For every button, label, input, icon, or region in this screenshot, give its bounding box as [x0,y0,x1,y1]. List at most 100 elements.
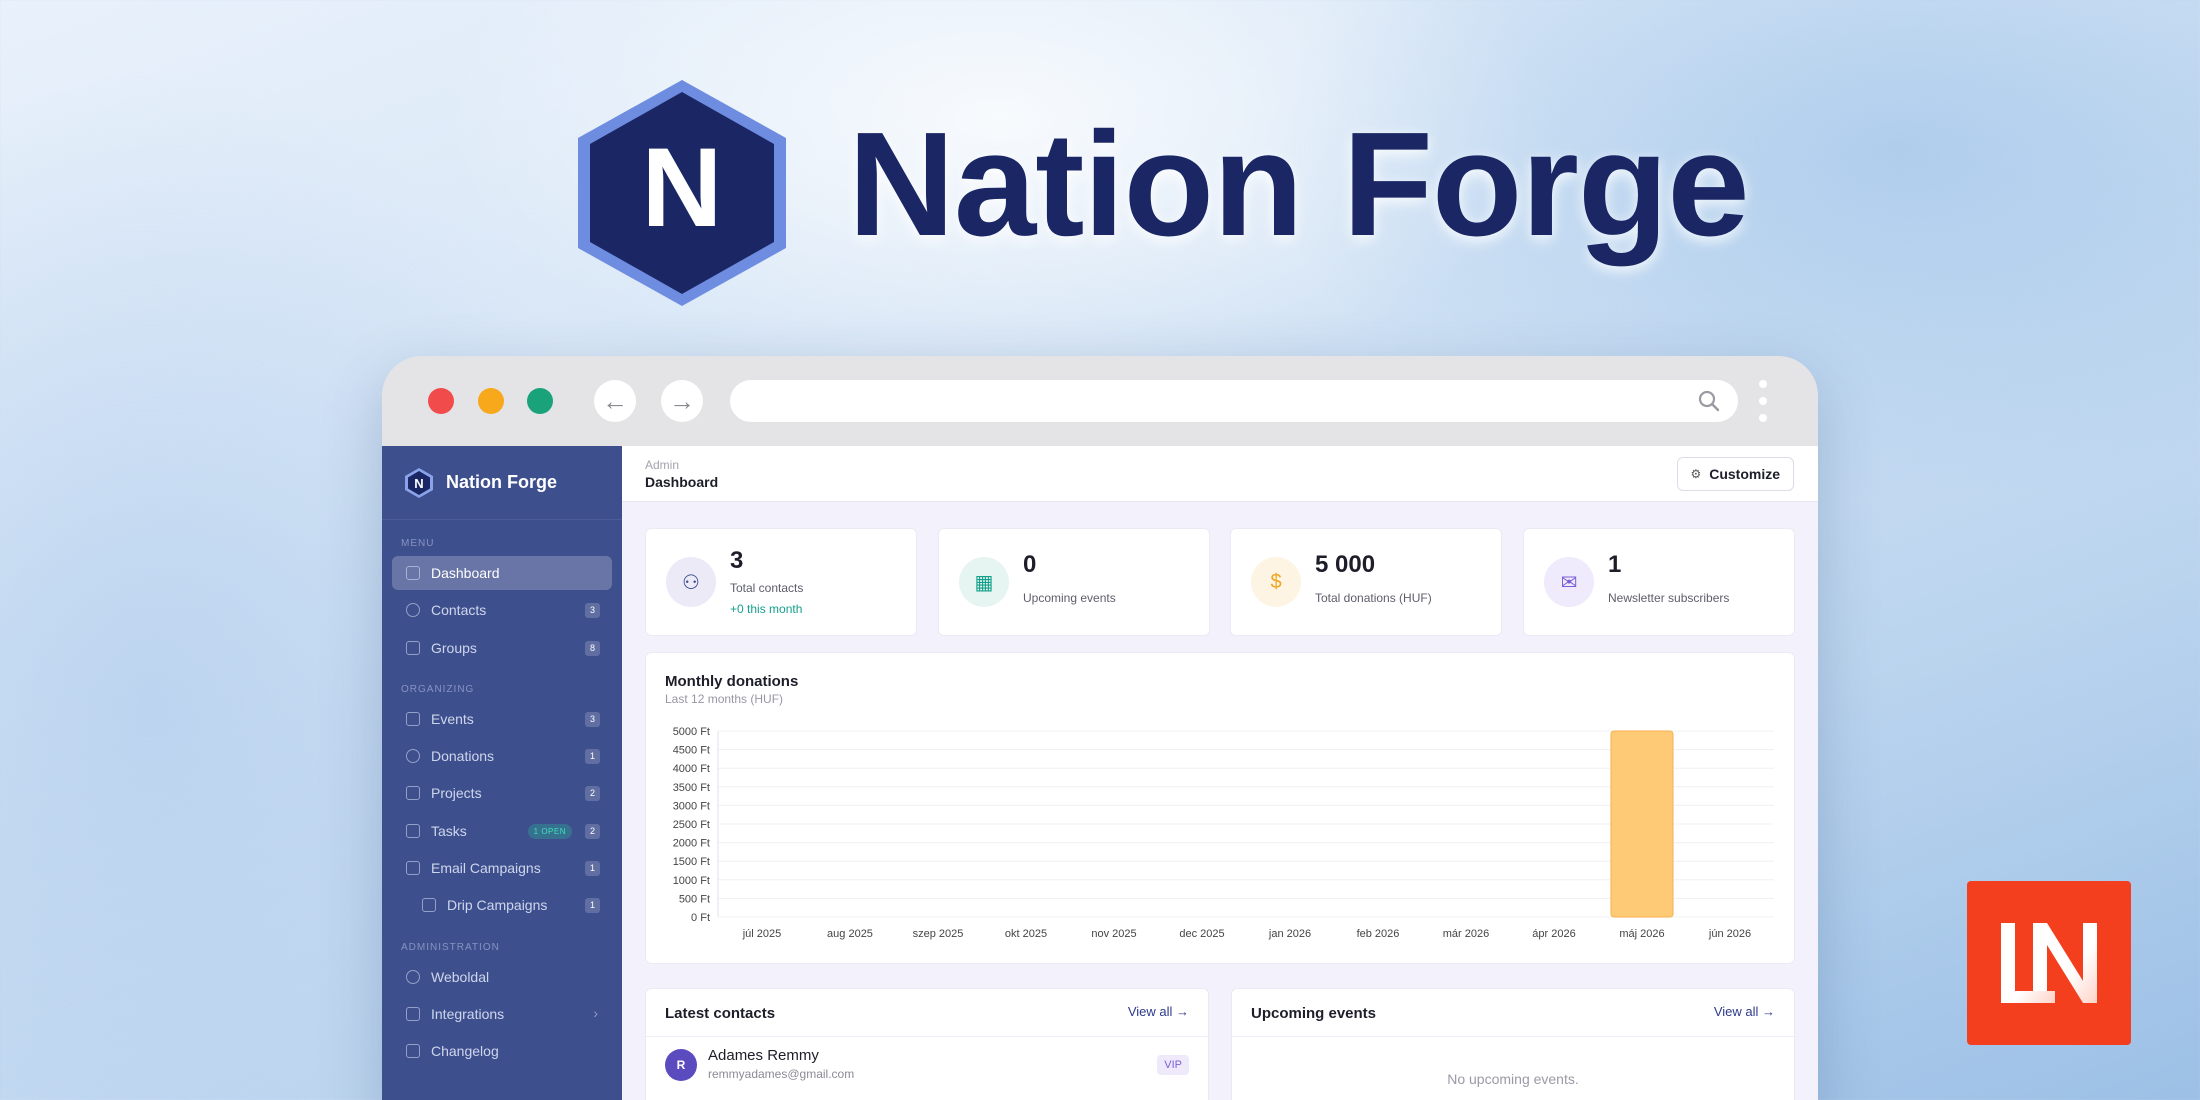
x-tick-label: nov 2025 [1091,928,1136,940]
sidebar-item-contacts[interactable]: Contacts 3 [392,593,612,627]
ln-logo-icon [2001,923,2097,1003]
stat-card-subscribers[interactable]: ✉ 1 Newsletter subscribers [1523,528,1795,636]
stat-card-events[interactable]: ▦ 0 Upcoming events [938,528,1210,636]
folder-icon [406,786,420,801]
browser-menu-icon[interactable] [1758,380,1768,426]
y-tick-label: 2500 Ft [673,819,710,831]
close-window-button[interactable] [428,388,454,414]
contact-email: remmyadames@gmail.com [708,1067,855,1081]
stat-label: Upcoming events [1023,591,1116,605]
browser-chrome: ← → [382,356,1818,446]
x-tick-label: feb 2026 [1357,928,1400,940]
breadcrumb[interactable]: Admin [645,458,679,472]
ln-brand-badge [1967,881,2131,1045]
stat-value: 1 [1608,551,1622,578]
svg-text:N: N [414,476,423,491]
y-tick-label: 1500 Ft [673,856,710,868]
mail-icon [406,861,420,876]
sidebar-header[interactable]: N Nation Forge [382,446,622,520]
latest-contacts-card: Latest contacts View all → R Adames Remm… [645,988,1209,1100]
sidebar-item-projects[interactable]: Projects 2 [392,776,612,810]
sidebar-item-label: Weboldal [431,968,490,985]
sidebar-item-label: Events [431,710,474,727]
x-tick-label: okt 2025 [1005,928,1047,940]
x-tick-label: szep 2025 [913,928,964,940]
section-title: Latest contacts [665,1005,776,1022]
y-tick-label: 2000 Ft [673,838,710,850]
y-tick-label: 1000 Ft [673,875,710,887]
sidebar-item-label: Integrations [431,1005,505,1022]
sidebar-item-events[interactable]: Events 3 [392,702,612,736]
sidebar-section-organizing: ORGANIZING [401,683,475,695]
sidebar-item-changelog[interactable]: Changelog [392,1034,612,1068]
stat-card-donations[interactable]: $ 5 000 Total donations (HUF) [1230,528,1502,636]
sidebar-item-label: Changelog [431,1043,499,1060]
sliders-icon: ⚙ [1690,467,1702,481]
count-badge: 1 [585,861,600,877]
stat-sub: +0 this month [730,602,803,616]
user-icon [406,603,420,618]
dollar-icon [406,749,420,764]
section-title: Upcoming events [1251,1005,1377,1022]
app-logo-icon: N [405,467,433,498]
sidebar-section-menu: MENU [401,538,435,549]
sidebar: N Nation Forge MENU Dashboard Contacts 3 … [382,446,622,1100]
x-tick-label: jún 2026 [1708,928,1751,940]
back-button[interactable]: ← [594,380,636,422]
sidebar-item-dashboard[interactable]: Dashboard [392,556,612,590]
chevron-right-icon: › [593,1004,598,1021]
contact-row[interactable]: R Adames Remmy remmyadames@gmail.com VIP [646,1037,1208,1093]
stat-value: 3 [730,547,744,574]
sidebar-item-email-campaigns[interactable]: Email Campaigns 1 [392,851,612,885]
globe-icon [406,969,420,984]
sidebar-item-drip-campaigns[interactable]: Drip Campaigns 1 [392,888,612,922]
sidebar-item-label: Projects [431,785,482,802]
calendar-icon: ▦ [959,557,1009,607]
sidebar-item-tasks[interactable]: Tasks 1 OPEN 2 [392,814,612,848]
count-badge: 8 [585,640,600,656]
top-bar: Admin Dashboard ⚙ Customize [622,446,1818,502]
stat-label: Newsletter subscribers [1608,591,1730,605]
main-content: Admin Dashboard ⚙ Customize ⚇ 3 Total co… [622,446,1818,1100]
customize-button[interactable]: ⚙ Customize [1677,457,1794,491]
view-all-contacts-link[interactable]: View all → [1128,1004,1189,1019]
empty-state-text: No upcoming events. [1447,1071,1579,1087]
count-badge: 1 [585,898,600,914]
clipboard-icon [406,823,420,838]
monthly-donations-card: Monthly donations Last 12 months (HUF) 0… [645,652,1795,964]
page-title: Dashboard [645,474,719,490]
address-bar[interactable] [730,380,1738,422]
x-tick-label: máj 2026 [1619,928,1664,940]
avatar: R [665,1049,697,1081]
search-icon[interactable] [1696,388,1722,414]
maximize-window-button[interactable] [527,388,553,414]
forward-button[interactable]: → [661,380,703,422]
upcoming-events-card: Upcoming events View all → No upcoming e… [1231,988,1795,1100]
count-badge: 3 [585,711,600,727]
user-icon: ⚇ [666,557,716,607]
arrow-left-icon: ← [602,385,628,416]
sidebar-item-label: Drip Campaigns [447,897,548,914]
count-badge: 2 [585,823,600,839]
sidebar-item-groups[interactable]: Groups 8 [392,631,612,665]
stat-card-contacts[interactable]: ⚇ 3 Total contacts +0 this month [645,528,917,636]
sidebar-item-weboldal[interactable]: Weboldal [392,960,612,994]
y-tick-label: 5000 Ft [673,726,710,738]
calendar-icon [406,711,420,726]
sidebar-item-donations[interactable]: Donations 1 [392,739,612,773]
stat-value: 5 000 [1315,551,1376,578]
chart-title: Monthly donations [665,673,799,690]
minimize-window-button[interactable] [478,388,504,414]
drip-icon [422,898,436,913]
sidebar-item-label: Email Campaigns [431,860,541,877]
y-tick-label: 3500 Ft [673,782,710,794]
stat-label: Total contacts [730,581,804,595]
x-tick-label: már 2026 [1443,928,1489,940]
sidebar-item-integrations[interactable]: Integrations › [392,997,612,1031]
hero-logo-letter: N [642,125,723,250]
app-name: Nation Forge [446,472,557,492]
nation-forge-hex-logo: N [578,80,786,306]
sidebar-item-label: Dashboard [431,565,500,581]
upcoming-events-header: Upcoming events View all → [1232,989,1794,1037]
view-all-events-link[interactable]: View all → [1714,1004,1775,1019]
